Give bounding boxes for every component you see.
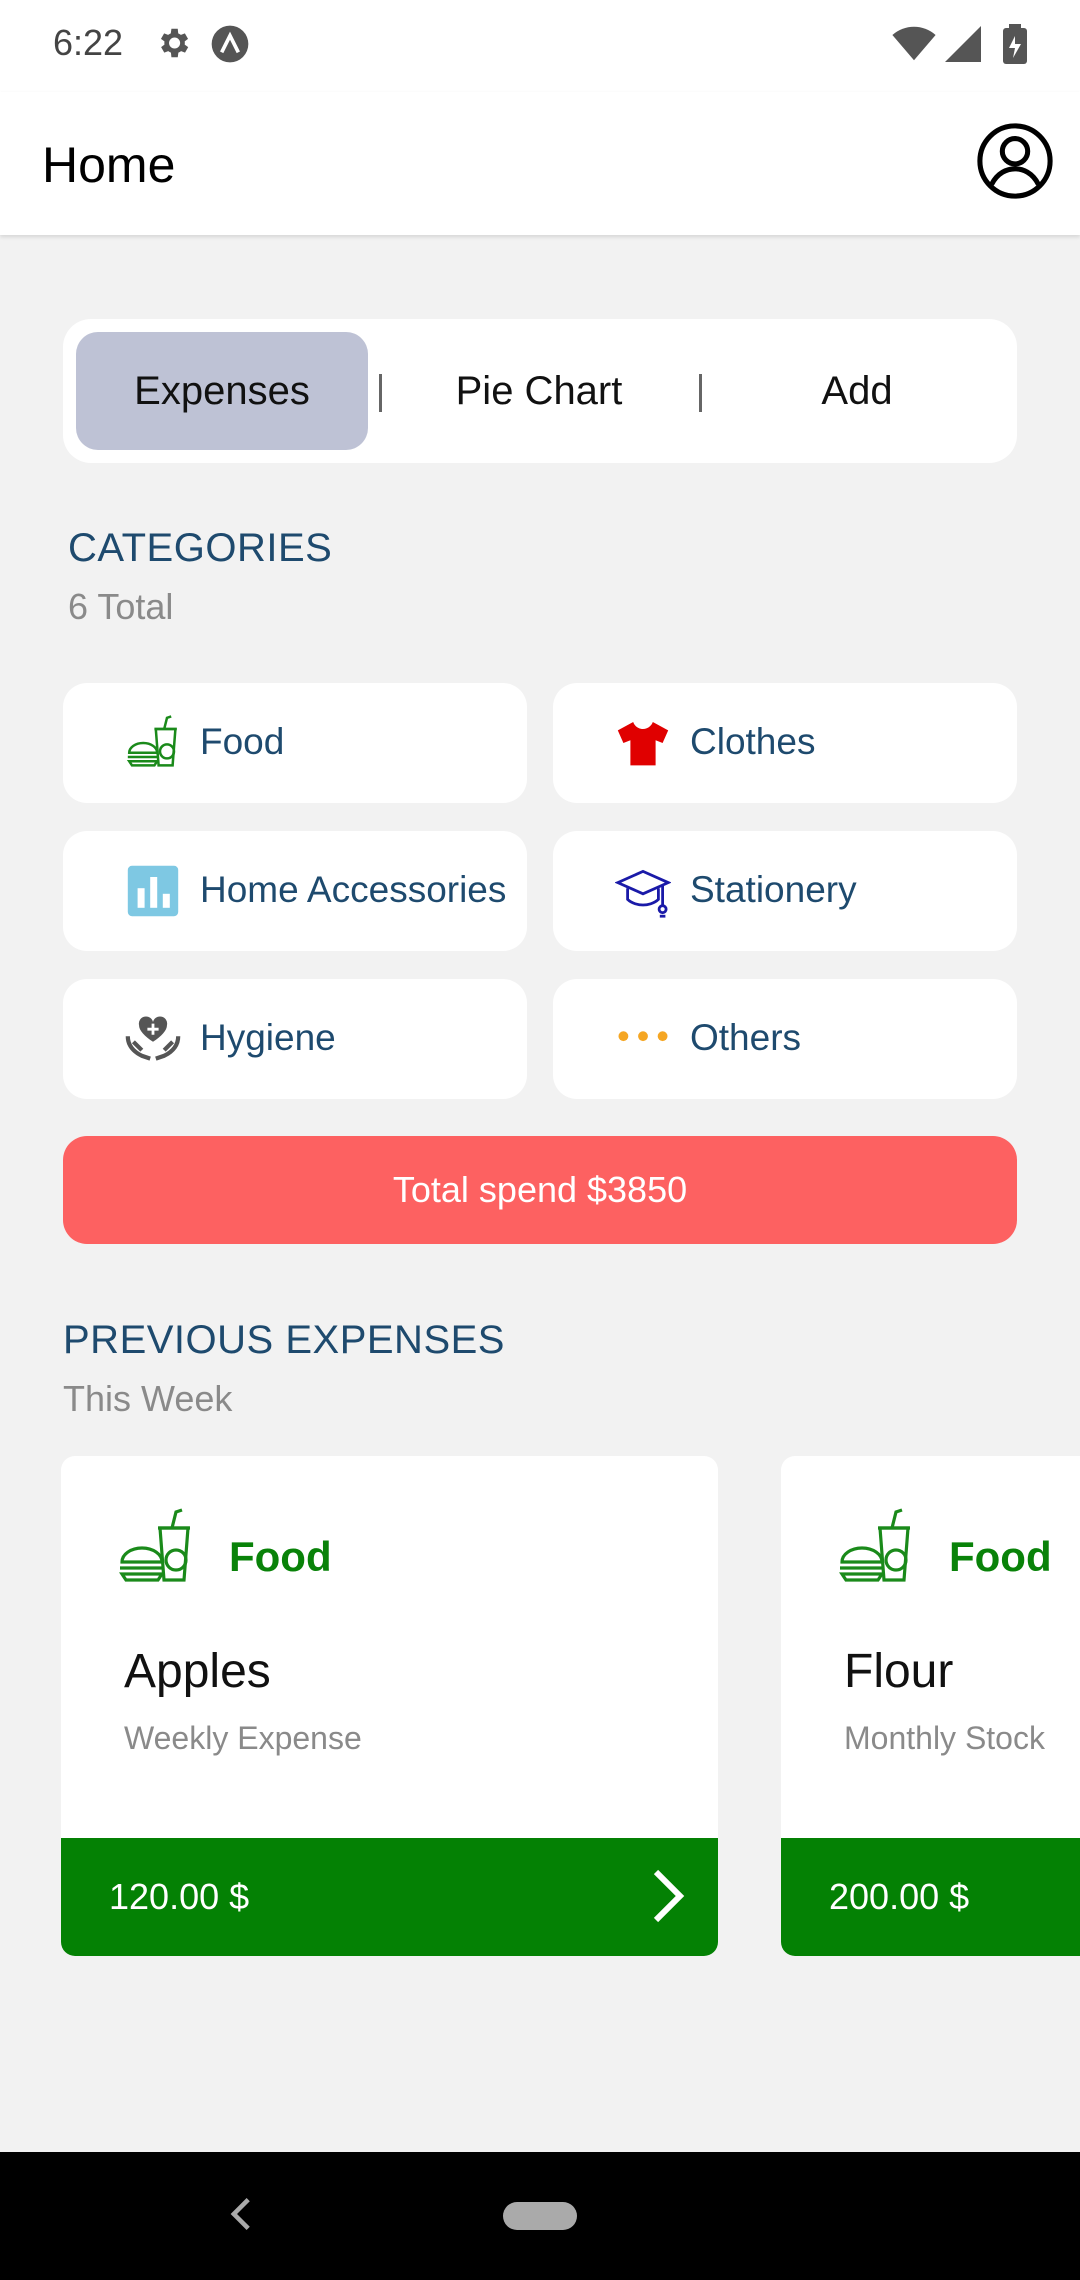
expense-footer: 120.00 $ bbox=[61, 1838, 718, 1956]
more-dots-icon bbox=[618, 1031, 668, 1042]
category-label: Stationery bbox=[690, 869, 857, 910]
wifi-icon bbox=[892, 26, 936, 61]
expense-amount: 200.00 $ bbox=[829, 1876, 970, 1917]
expense-card[interactable]: Food Flour Monthly Stock 200.00 $ bbox=[781, 1456, 1080, 1956]
expense-title: Apples bbox=[124, 1645, 271, 1698]
food-icon bbox=[126, 715, 177, 767]
previous-expenses-period: This Week bbox=[63, 1378, 233, 1419]
expense-footer: 200.00 $ bbox=[781, 1838, 1080, 1956]
chevron-right-icon[interactable] bbox=[648, 1868, 688, 1924]
expense-subtitle: Weekly Expense bbox=[124, 1720, 362, 1756]
total-spend-button[interactable]: Total spend $3850 bbox=[63, 1136, 1017, 1244]
hands-heart-icon bbox=[125, 1016, 181, 1061]
home-pill[interactable] bbox=[503, 2202, 577, 2230]
expense-amount: 120.00 $ bbox=[109, 1876, 250, 1917]
category-home-accessories[interactable]: Home Accessories bbox=[63, 831, 527, 951]
expense-category: Food bbox=[229, 1533, 332, 1580]
expense-category: Food bbox=[949, 1533, 1052, 1580]
categories-count: 6 Total bbox=[68, 586, 174, 627]
app-bar: Home bbox=[0, 92, 1080, 235]
category-label: Home Accessories bbox=[200, 869, 507, 910]
system-nav-bar bbox=[0, 2152, 1080, 2280]
category-clothes[interactable]: Clothes bbox=[553, 683, 1017, 803]
tab-expenses[interactable]: Expenses bbox=[76, 332, 368, 450]
food-icon bbox=[839, 1508, 910, 1582]
tab-bar: Expenses Pie Chart Add bbox=[63, 319, 1017, 463]
expense-title: Flour bbox=[844, 1645, 954, 1698]
food-icon bbox=[119, 1508, 190, 1582]
category-label: Others bbox=[690, 1017, 802, 1058]
categories-title: CATEGORIES bbox=[68, 526, 333, 570]
page-title: Home bbox=[42, 137, 176, 193]
status-bar: 6:22 bbox=[0, 0, 1080, 92]
back-icon[interactable] bbox=[228, 2196, 254, 2232]
tshirt-icon bbox=[617, 722, 669, 766]
tab-add[interactable]: Add bbox=[711, 332, 1003, 450]
graduation-cap-icon bbox=[615, 869, 671, 918]
signal-icon bbox=[945, 26, 981, 62]
category-label: Clothes bbox=[690, 721, 816, 762]
previous-expenses-title: PREVIOUS EXPENSES bbox=[63, 1318, 505, 1362]
category-label: Hygiene bbox=[200, 1017, 336, 1058]
account-circle-icon[interactable] bbox=[976, 122, 1054, 200]
category-label: Food bbox=[200, 721, 285, 762]
tab-divider bbox=[379, 374, 382, 412]
a-badge-icon bbox=[211, 25, 249, 63]
bar-chart-icon bbox=[127, 865, 179, 917]
expense-card[interactable]: Food Apples Weekly Expense 120.00 $ bbox=[61, 1456, 718, 1956]
category-stationery[interactable]: Stationery bbox=[553, 831, 1017, 951]
category-others[interactable]: Others bbox=[553, 979, 1017, 1099]
settings-icon bbox=[160, 28, 189, 58]
tab-pie-chart[interactable]: Pie Chart bbox=[393, 332, 685, 450]
category-hygiene[interactable]: Hygiene bbox=[63, 979, 527, 1099]
category-food[interactable]: Food bbox=[63, 683, 527, 803]
battery-icon bbox=[1003, 24, 1027, 64]
tab-divider bbox=[699, 374, 702, 412]
status-time: 6:22 bbox=[53, 22, 124, 63]
expense-subtitle: Monthly Stock bbox=[844, 1720, 1045, 1756]
